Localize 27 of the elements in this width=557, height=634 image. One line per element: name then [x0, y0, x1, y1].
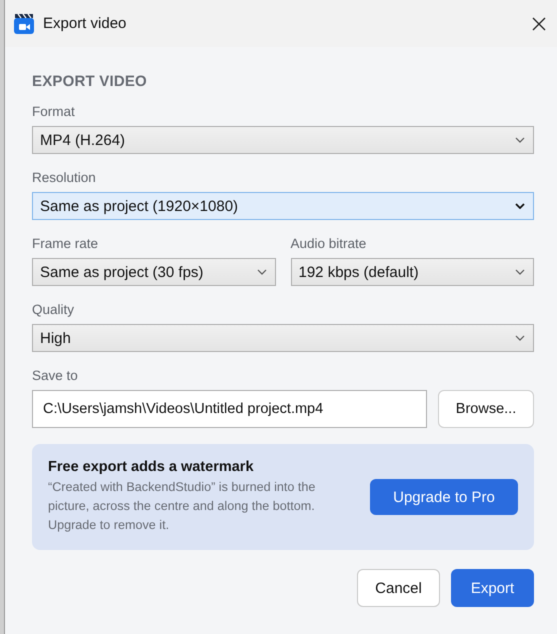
section-heading: EXPORT VIDEO — [32, 73, 148, 90]
caret-icon — [515, 137, 525, 143]
field-label: Frame rate — [32, 236, 100, 253]
dropdown[interactable]: Same as project (30 fps) — [32, 258, 276, 286]
dropdown[interactable]: MP4 (H.264) — [32, 126, 534, 154]
notice-text: “Created with BackendStudio” is burned into the picture, across the centre and along the bottom. Upgrade to remove it. — [48, 479, 316, 534]
caret-icon — [515, 203, 525, 209]
export-button[interactable]: Export — [451, 569, 534, 607]
dropdown[interactable]: High — [32, 324, 534, 352]
field-label: Format — [32, 104, 76, 121]
upgrade-button[interactable]: Upgrade to Pro — [370, 479, 518, 515]
field-label: Quality — [32, 302, 76, 319]
field-label: Audio bitrate — [290, 236, 368, 253]
dropdown[interactable]: Same as project (1920×1080) — [32, 192, 534, 220]
path-field[interactable]: C:\Users\jamsh\Videos\Untitled project.mp4 — [32, 390, 427, 428]
field-label: Save to — [32, 368, 79, 385]
caret-icon — [256, 269, 266, 275]
browse-button[interactable]: Browse... — [438, 390, 534, 428]
caret-icon — [515, 335, 525, 341]
window-title: Export video — [43, 15, 128, 32]
close-icon[interactable] — [531, 16, 547, 32]
field-label: Resolution — [32, 170, 97, 187]
notice-title: Free export adds a watermark — [48, 459, 255, 475]
dropdown[interactable]: 192 kbps (default) — [290, 258, 534, 286]
caret-icon — [515, 269, 525, 275]
cancel-button[interactable]: Cancel — [357, 569, 440, 607]
clapperboard-icon — [13, 12, 35, 34]
